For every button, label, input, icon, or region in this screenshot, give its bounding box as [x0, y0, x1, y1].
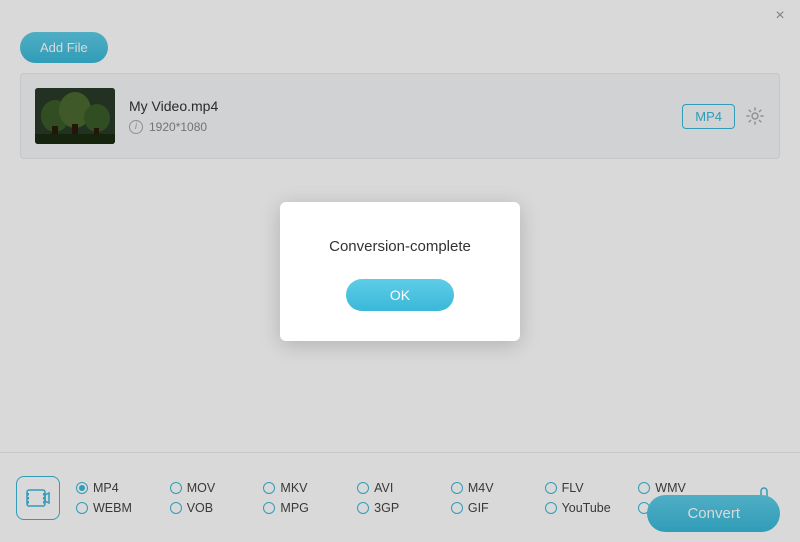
ok-button[interactable]: OK [346, 279, 454, 311]
dialog-message: Conversion-complete [329, 238, 471, 255]
dialog-overlay: Conversion-complete OK [0, 0, 800, 542]
dialog-box: Conversion-complete OK [280, 202, 520, 341]
